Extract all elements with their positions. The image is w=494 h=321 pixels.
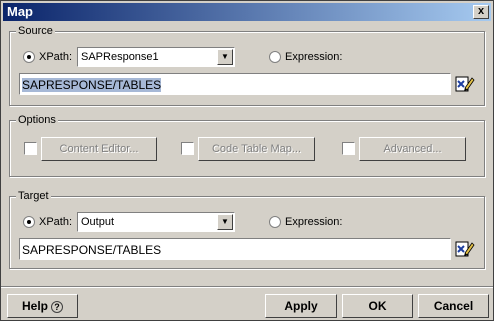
advanced-checkbox[interactable] — [342, 142, 355, 155]
target-expression-radio[interactable] — [269, 216, 281, 228]
edit-expression-icon[interactable] — [455, 74, 475, 94]
source-xpath-combo[interactable]: SAPResponse1 ▼ — [77, 47, 235, 67]
chevron-down-icon[interactable]: ▼ — [217, 214, 233, 230]
target-group-label: Target — [16, 190, 51, 202]
source-expression-label: Expression: — [285, 51, 343, 63]
target-expression-label: Expression: — [285, 216, 343, 228]
target-xpath-label: XPath: — [39, 216, 73, 228]
content-editor-checkbox[interactable] — [24, 142, 37, 155]
cancel-button[interactable]: Cancel — [418, 294, 489, 318]
source-path-text: SAPRESPONSE/TABLES — [22, 78, 162, 92]
advanced-button[interactable]: Advanced... — [359, 137, 466, 161]
ok-button[interactable]: OK — [342, 294, 413, 318]
source-xpath-label: XPath: — [39, 51, 73, 63]
code-table-map-button[interactable]: Code Table Map... — [198, 137, 315, 161]
title-bar: Map x — [3, 3, 491, 21]
source-expression-radio[interactable] — [269, 51, 281, 63]
apply-button[interactable]: Apply — [265, 294, 337, 318]
source-xpath-radio[interactable] — [23, 51, 35, 63]
target-xpath-radio[interactable] — [23, 216, 35, 228]
target-path-text: SAPRESPONSE/TABLES — [22, 243, 162, 257]
help-button-label: Help — [21, 299, 48, 313]
options-group-label: Options — [16, 114, 58, 126]
edit-expression-icon[interactable] — [455, 239, 475, 259]
code-table-map-checkbox[interactable] — [181, 142, 194, 155]
footer-divider — [1, 286, 493, 288]
help-icon: ? — [51, 300, 63, 313]
close-button[interactable]: x — [473, 5, 489, 19]
map-dialog: Map x Source XPath: SAPResponse1 ▼ Expre… — [0, 0, 494, 321]
source-group-label: Source — [16, 25, 55, 37]
window-title: Map — [7, 4, 33, 19]
help-button[interactable]: Help? — [7, 294, 78, 318]
target-xpath-value: Output — [81, 216, 115, 228]
content-editor-button[interactable]: Content Editor... — [41, 137, 157, 161]
target-path-field[interactable]: SAPRESPONSE/TABLES — [19, 238, 451, 260]
source-path-field[interactable]: SAPRESPONSE/TABLES — [19, 73, 451, 95]
source-xpath-value: SAPResponse1 — [81, 51, 159, 63]
target-xpath-combo[interactable]: Output ▼ — [77, 212, 235, 232]
chevron-down-icon[interactable]: ▼ — [217, 49, 233, 65]
